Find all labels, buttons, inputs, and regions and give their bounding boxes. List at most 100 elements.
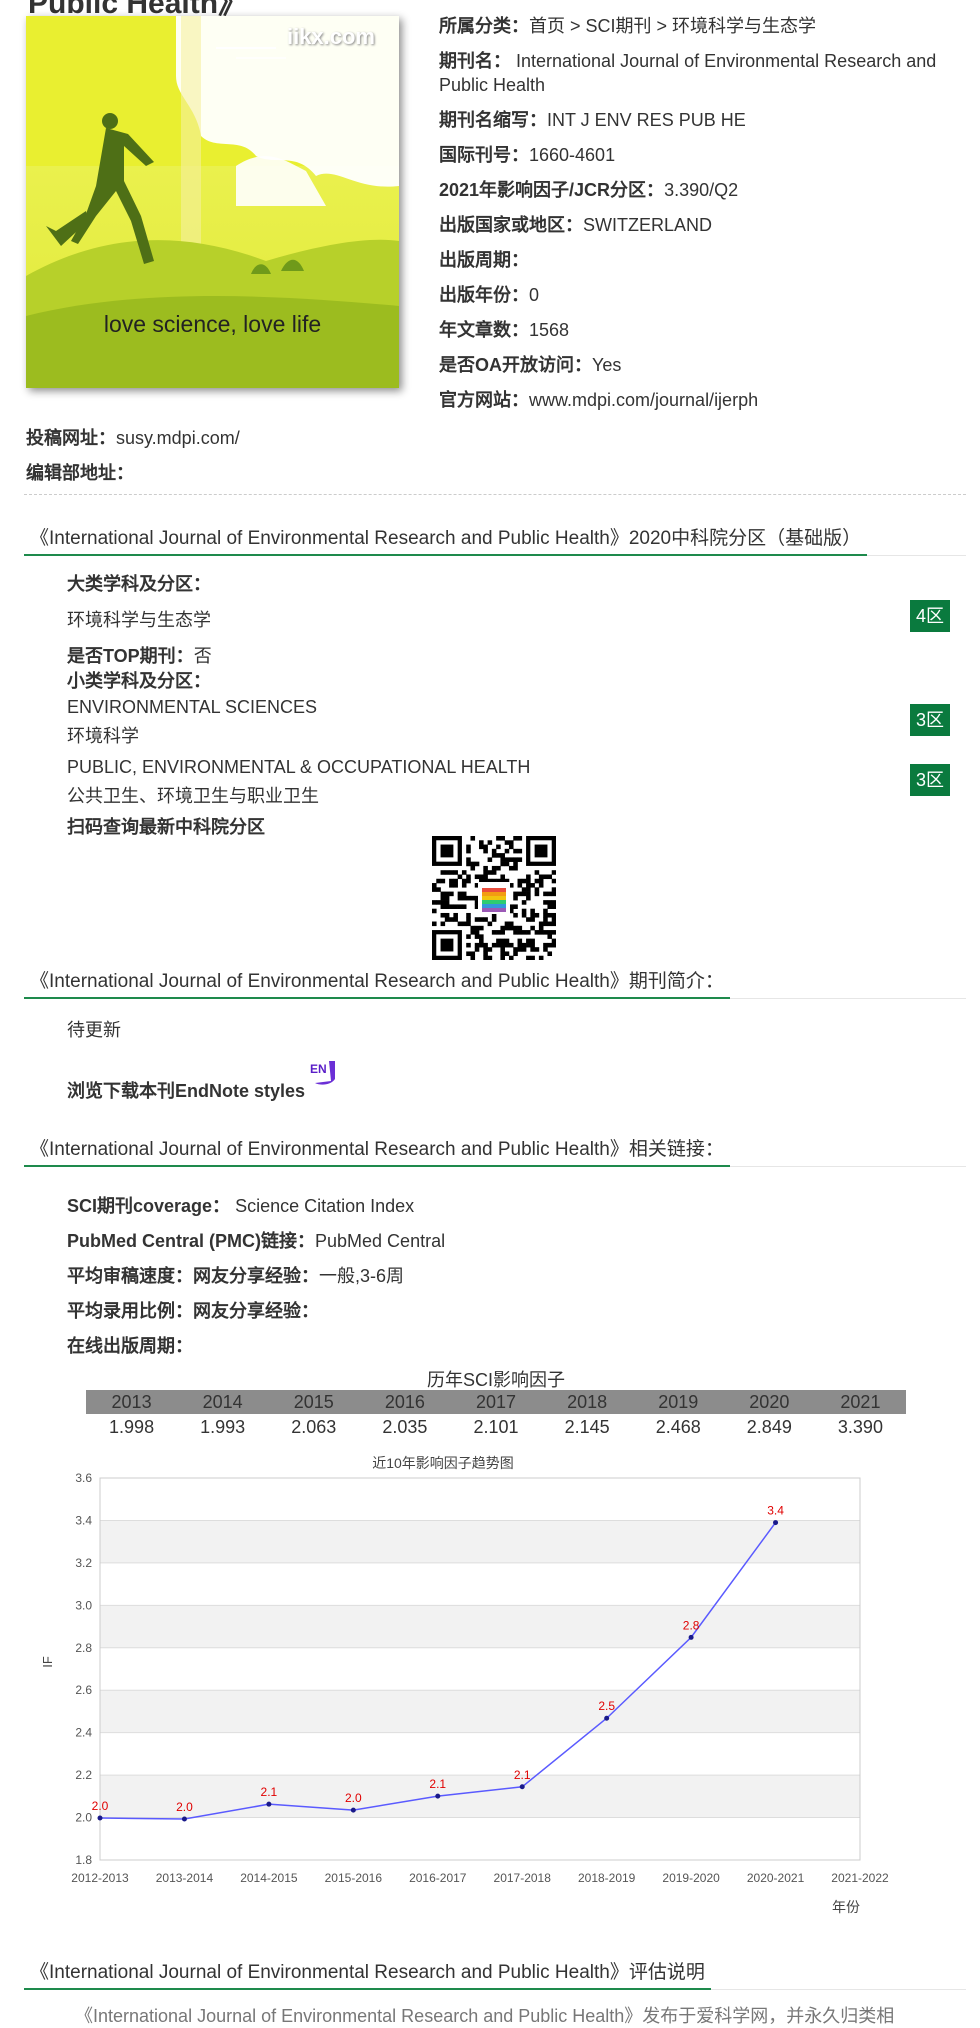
links-label: SCI期刊coverage：	[67, 1196, 231, 1216]
intro-section-header: 《International Journal of Environmental …	[24, 966, 966, 999]
minor-subject-en: ENVIRONMENTAL SCIENCES	[67, 697, 318, 717]
info-row-country: 出版国家或地区：SWITZERLAND	[439, 213, 959, 237]
zone-badge: 4区	[910, 600, 950, 632]
info-label: 出版国家或地区：	[439, 215, 583, 235]
links-row-coverage: SCI期刊coverage： Science Citation Index	[67, 1192, 414, 1218]
qr-label: 扫码查询最新中科院分区	[67, 817, 265, 837]
if-value: 2.145	[564, 1416, 610, 1437]
pmc-link[interactable]: PubMed Central	[315, 1231, 445, 1251]
journal-cover-image: iikx.com love science, love life	[26, 16, 399, 388]
eval-text: 《International Journal of Environmental …	[75, 2006, 895, 2026]
data-point	[266, 1801, 272, 1807]
links-label: PubMed Central (PMC)链接：	[67, 1231, 316, 1251]
data-point	[350, 1807, 356, 1813]
major-label: 大类学科及分区：	[67, 574, 211, 594]
x-tick-label: 2015-2016	[325, 1871, 383, 1885]
y-tick-label: 3.4	[75, 1513, 92, 1527]
chart-band	[100, 1478, 860, 1521]
y-tick-label: 2.4	[75, 1726, 92, 1740]
info-label: 期刊名：	[439, 51, 511, 71]
y-tick-label: 3.6	[75, 1471, 92, 1485]
y-tick-label: 2.8	[75, 1641, 92, 1655]
data-label: 2.0	[176, 1800, 193, 1814]
info-value: Yes	[592, 355, 622, 375]
info-row-if: 2021年影响因子/JCR分区：3.390/Q2	[439, 178, 959, 202]
endnote-icon-text: EN	[310, 1062, 327, 1076]
x-tick-label: 2020-2021	[747, 1871, 805, 1885]
submission-row: 投稿网址：susy.mdpi.com/	[26, 424, 240, 450]
coverage-link[interactable]: Science Citation Index	[230, 1196, 414, 1216]
website-link[interactable]: www.mdpi.com/journal/ijerph	[529, 390, 758, 410]
info-row-abbr: 期刊名缩写：INT J ENV RES PUB HE	[439, 108, 959, 132]
x-tick-label: 2012-2013	[71, 1871, 129, 1885]
endnote-link[interactable]: 浏览下载本刊EndNote styles	[67, 1081, 305, 1101]
if-year: 2019	[632, 1390, 724, 1414]
cover-watermark: iikx.com	[286, 24, 375, 49]
if-year: 2014	[177, 1390, 269, 1414]
submission-link[interactable]: susy.mdpi.com/	[116, 428, 240, 448]
info-value: 1568	[529, 320, 570, 340]
info-label: 出版年份：	[439, 285, 529, 305]
data-label: 2.1	[514, 1768, 531, 1782]
x-tick-label: 2018-2019	[578, 1871, 636, 1885]
data-point	[688, 1634, 694, 1640]
y-tick-label: 1.8	[75, 1853, 92, 1867]
minor-subject-en: PUBLIC, ENVIRONMENTAL & OCCUPATIONAL HEA…	[67, 757, 531, 777]
info-label: 出版周期：	[439, 250, 529, 270]
info-row-category: 所属分类：首页 > SCI期刊 > 环境科学与生态学	[439, 14, 959, 38]
if-value: 2.101	[473, 1416, 519, 1437]
x-tick-label: 2016-2017	[409, 1871, 467, 1885]
major-subject: 环境科学与生态学	[67, 610, 211, 630]
info-row-oa: 是否OA开放访问：Yes	[439, 353, 959, 377]
info-label: 2021年影响因子/JCR分区：	[439, 180, 665, 200]
data-label: 3.4	[767, 1504, 784, 1518]
data-label: 2.0	[92, 1799, 109, 1813]
if-value: 2.468	[655, 1416, 701, 1437]
info-row-year: 出版年份：0	[439, 283, 959, 307]
info-row-articles: 年文章数：1568	[439, 318, 959, 342]
chart-band	[100, 1690, 860, 1733]
top-label: 是否TOP期刊：	[67, 646, 194, 666]
if-value: 3.390	[837, 1416, 883, 1437]
chart-band	[100, 1520, 860, 1563]
qr-code-image	[432, 836, 557, 961]
if-table-value-row: 1.998 1.993 2.063 2.035 2.101 2.145 2.46…	[86, 1414, 906, 1440]
if-trend-chart: 近10年影响因子趋势图 IF 年份 1.8 2.0 2.2 2.4 2.6 2.8 3.0 3…	[30, 1448, 910, 1933]
chart-ylabel: IF	[40, 1656, 55, 1668]
chart-band	[100, 1732, 860, 1776]
y-tick-label: 2.0	[75, 1811, 92, 1825]
links-label: 平均录用比例：网友分享经验：	[67, 1301, 319, 1321]
info-label: 国际刊号：	[439, 145, 529, 165]
y-tick-label: 2.2	[75, 1768, 92, 1782]
info-value: International Journal of Environmental R…	[439, 51, 937, 95]
links-heading: 《International Journal of Environmental …	[24, 1134, 730, 1167]
journal-info-list: 所属分类：首页 > SCI期刊 > 环境科学与生态学 期刊名： Internat…	[439, 14, 959, 423]
y-tick-label: 3.0	[75, 1598, 92, 1612]
if-year: 2013	[86, 1390, 178, 1414]
info-label: 官方网站：	[439, 390, 529, 410]
chart-band	[100, 1775, 860, 1818]
data-label: 2.5	[598, 1699, 615, 1713]
info-row-name: 期刊名： International Journal of Environmen…	[439, 49, 959, 97]
zone-badge: 3区	[910, 764, 950, 796]
links-row-online: 在线出版周期：	[67, 1332, 193, 1358]
zone-badge: 3区	[910, 704, 950, 736]
links-value: 一般,3-6周	[319, 1266, 405, 1286]
data-label: 2.1	[261, 1785, 278, 1799]
endnote-icon[interactable]: EN	[307, 1059, 337, 1087]
if-value: 2.849	[746, 1416, 792, 1437]
data-point	[181, 1816, 187, 1822]
x-tick-label: 2021-2022	[831, 1871, 889, 1885]
cas-heading: 《International Journal of Environmental …	[24, 523, 868, 556]
info-row-issn: 国际刊号：1660-4601	[439, 143, 959, 167]
minor-subject-cn: 环境科学	[67, 726, 139, 746]
x-tick-label: 2019-2020	[662, 1871, 720, 1885]
data-point	[773, 1520, 779, 1526]
breadcrumb[interactable]: 首页 > SCI期刊 > 环境科学与生态学	[529, 16, 816, 36]
if-value: 1.993	[200, 1416, 246, 1437]
info-row-website: 官方网站：www.mdpi.com/journal/ijerph	[439, 388, 959, 412]
if-year: 2015	[268, 1390, 360, 1414]
x-tick-label: 2014-2015	[240, 1871, 298, 1885]
chart-band	[100, 1647, 860, 1691]
data-point	[604, 1715, 610, 1721]
